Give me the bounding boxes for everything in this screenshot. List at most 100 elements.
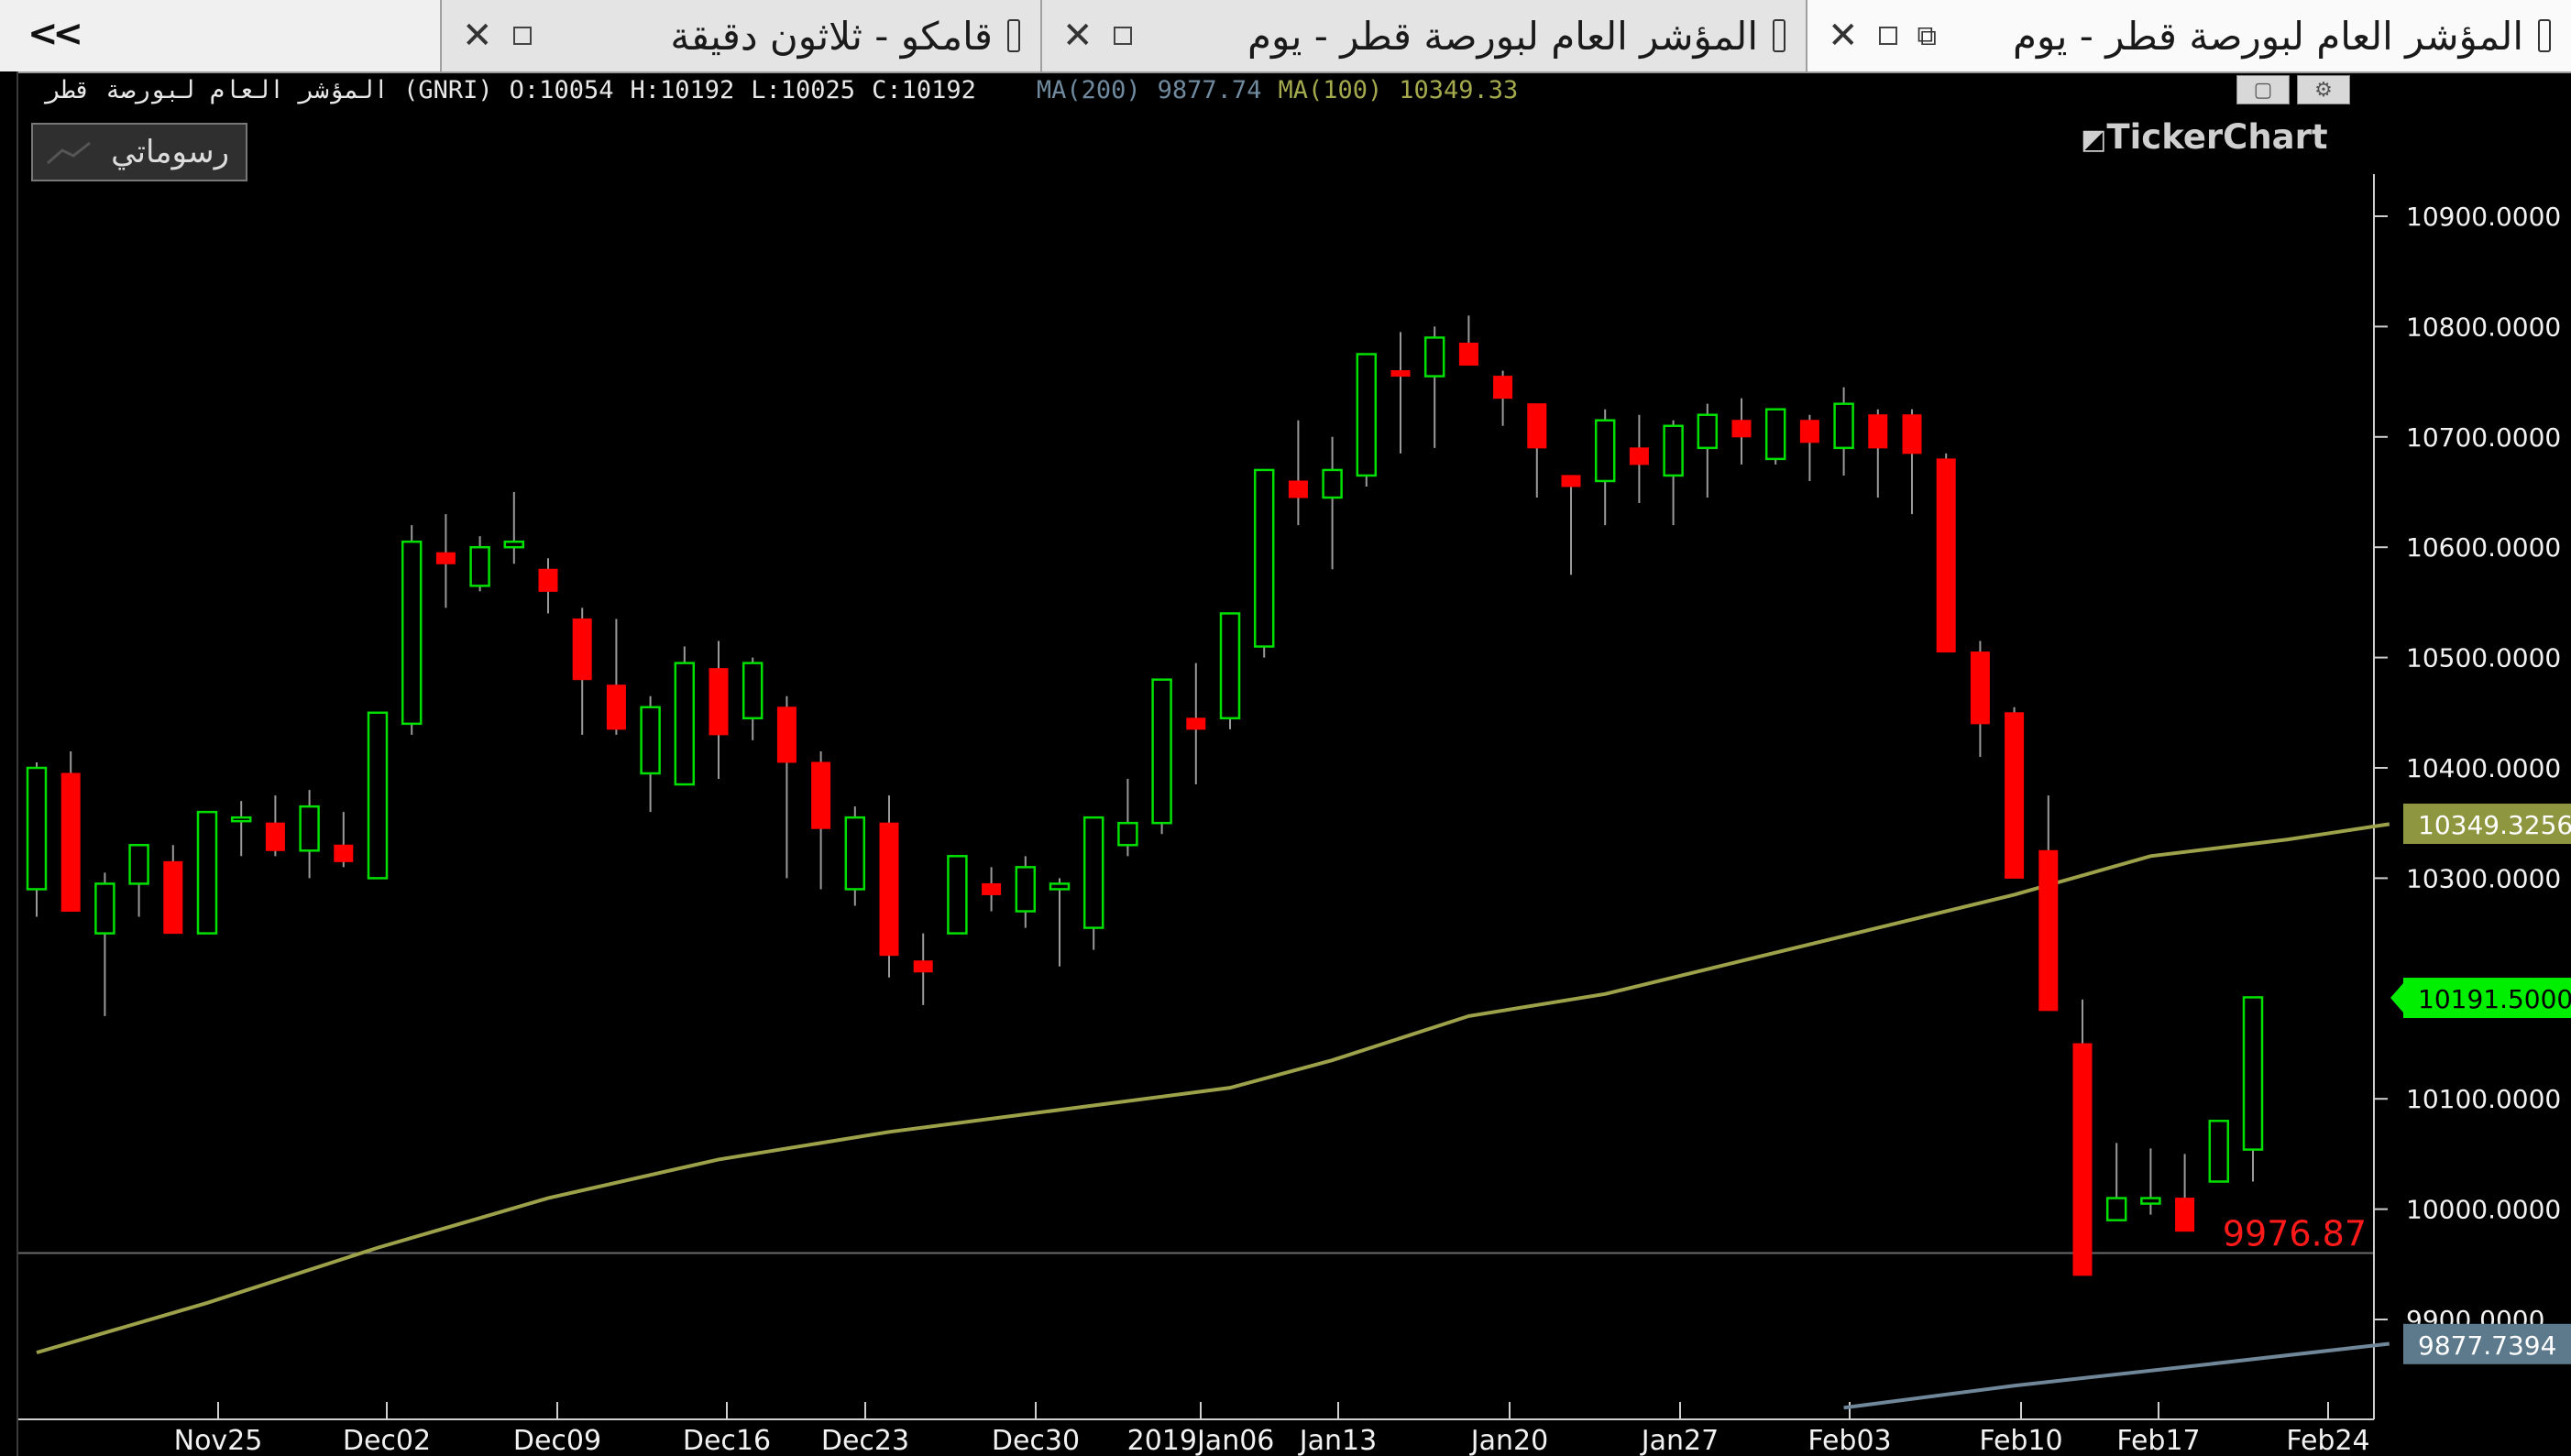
candle-body bbox=[1151, 678, 1172, 825]
ohlc-info-line: المؤشر العام لبورصة قطر (GNRI) O:10054 H… bbox=[46, 73, 1518, 106]
x-tick-label: 2019Jan06 bbox=[1127, 1425, 1275, 1456]
ma100-label: MA(100) bbox=[1278, 75, 1383, 104]
candle-up bbox=[1219, 612, 1241, 729]
ticker-chart-window: { "tabs": [ {"title": "المؤشر العام لبور… bbox=[0, 0, 2571, 1456]
candle-down bbox=[879, 795, 899, 978]
candle-down bbox=[1390, 332, 1411, 454]
y-tick-label: 10100.0000 bbox=[2406, 1084, 2561, 1114]
candle-down bbox=[1902, 409, 1922, 515]
candle-body bbox=[196, 810, 218, 935]
candle-body bbox=[2105, 1197, 2127, 1221]
candle-body bbox=[1423, 336, 1445, 378]
candle-body bbox=[1219, 612, 1241, 720]
price-chart[interactable]: 10900.0000 10800.0000 10700.0000 10600.0000… bbox=[0, 0, 2571, 1456]
candle-body bbox=[640, 706, 661, 775]
candle-down bbox=[1731, 398, 1752, 465]
candle-body bbox=[60, 772, 81, 913]
x-tick-label: Feb10 bbox=[1979, 1425, 2062, 1456]
candle-body bbox=[503, 540, 525, 549]
candle-down bbox=[435, 514, 456, 608]
candle-body bbox=[1082, 816, 1104, 929]
candle-body bbox=[1799, 420, 1819, 443]
restore-icon[interactable]: ▢ bbox=[2236, 75, 2290, 104]
candle-up bbox=[1117, 779, 1138, 857]
ma100-value: 10349.33 bbox=[1399, 75, 1519, 104]
candle-down bbox=[2175, 1154, 2195, 1232]
candle-body bbox=[1288, 480, 1308, 498]
candle-body bbox=[1253, 468, 1275, 648]
candle-down bbox=[1970, 640, 1990, 757]
x-tick-label: Feb03 bbox=[1807, 1425, 1891, 1456]
candle-body bbox=[299, 805, 320, 852]
y-tick-label: 10300.0000 bbox=[2406, 863, 2561, 893]
chart-window-controls: ▢ ⚙ bbox=[2236, 75, 2356, 106]
low-value: L:10025 bbox=[751, 75, 856, 104]
candle-up bbox=[1423, 326, 1445, 448]
my-drawings-button[interactable]: رسوماتي bbox=[31, 123, 247, 181]
candle-down bbox=[2038, 795, 2059, 1012]
candle-up bbox=[947, 855, 968, 935]
candle-body bbox=[2038, 849, 2059, 1012]
y-axis: 10900.0000 10800.0000 10700.0000 10600.0000… bbox=[2374, 202, 2561, 1335]
candle-body bbox=[1186, 717, 1206, 730]
candle-body bbox=[1970, 651, 1990, 725]
candle-down bbox=[163, 845, 183, 935]
candle-body bbox=[1868, 414, 1888, 449]
candle-down bbox=[1799, 414, 1819, 481]
candle-down bbox=[1493, 370, 1513, 426]
candle-down bbox=[1561, 475, 1581, 575]
candle-body bbox=[776, 706, 797, 763]
candle-body bbox=[265, 822, 285, 851]
ma200-value-tag: 9877.7394 bbox=[2418, 1330, 2556, 1361]
x-axis: Nov25 Dec02 Dec09 Dec16 Dec23 Dec30 2019Jan06 J… bbox=[18, 1402, 2374, 1456]
ma200-value: 9877.74 bbox=[1157, 75, 1262, 104]
candle-body bbox=[1390, 370, 1411, 378]
y-tick-label: 10900.0000 bbox=[2406, 202, 2561, 232]
candle-down bbox=[982, 867, 1002, 912]
x-tick-label: Dec16 bbox=[683, 1425, 771, 1456]
candle-body bbox=[435, 552, 456, 564]
candle-up bbox=[1322, 436, 1343, 570]
candle-down bbox=[334, 812, 354, 868]
candle-body bbox=[26, 766, 48, 891]
settings-icon[interactable]: ⚙ bbox=[2297, 75, 2350, 104]
candle-body bbox=[2175, 1198, 2195, 1232]
x-tick-label: Dec02 bbox=[343, 1425, 431, 1456]
candle-body bbox=[572, 618, 592, 681]
x-tick-label: Feb17 bbox=[2116, 1425, 2200, 1456]
tickerchart-logo: ◩TickerChart bbox=[2081, 117, 2328, 157]
candle-down bbox=[2072, 999, 2093, 1276]
x-tick-label: Dec30 bbox=[992, 1425, 1080, 1456]
candle-up bbox=[844, 806, 866, 906]
candle-up bbox=[503, 492, 525, 564]
candle-body bbox=[2242, 996, 2264, 1151]
candle-up bbox=[674, 646, 696, 786]
ma200-label: MA(200) bbox=[1036, 75, 1141, 104]
candle-body bbox=[709, 668, 729, 736]
candle-up bbox=[196, 810, 218, 935]
candle-down bbox=[811, 750, 831, 890]
candle-down bbox=[538, 558, 558, 614]
candle-up bbox=[1594, 409, 1616, 526]
candle-up bbox=[94, 872, 115, 1016]
candle-up bbox=[1663, 420, 1684, 526]
candle-body bbox=[469, 545, 490, 587]
candle-down bbox=[1458, 315, 1478, 367]
candle-body bbox=[1049, 882, 1071, 891]
candle-up bbox=[1151, 678, 1172, 835]
candle-down bbox=[709, 640, 729, 780]
candle-body bbox=[1527, 403, 1547, 449]
y-tick-label: 10500.0000 bbox=[2406, 643, 2561, 673]
candle-down bbox=[1936, 453, 1956, 653]
candle-body bbox=[1493, 376, 1513, 400]
x-tick-label: Dec23 bbox=[821, 1425, 909, 1456]
y-tick-label: 10700.0000 bbox=[2406, 422, 2561, 453]
candle-body bbox=[947, 855, 968, 935]
ma200-line bbox=[1843, 1341, 2390, 1410]
candle-body bbox=[1902, 414, 1922, 454]
candle-up bbox=[1697, 403, 1719, 498]
candle-up bbox=[1833, 387, 1854, 476]
last-price-arrow bbox=[2390, 983, 2403, 1013]
candle-up bbox=[26, 761, 48, 917]
last-price-tag: 10191.5000 bbox=[2418, 984, 2571, 1014]
